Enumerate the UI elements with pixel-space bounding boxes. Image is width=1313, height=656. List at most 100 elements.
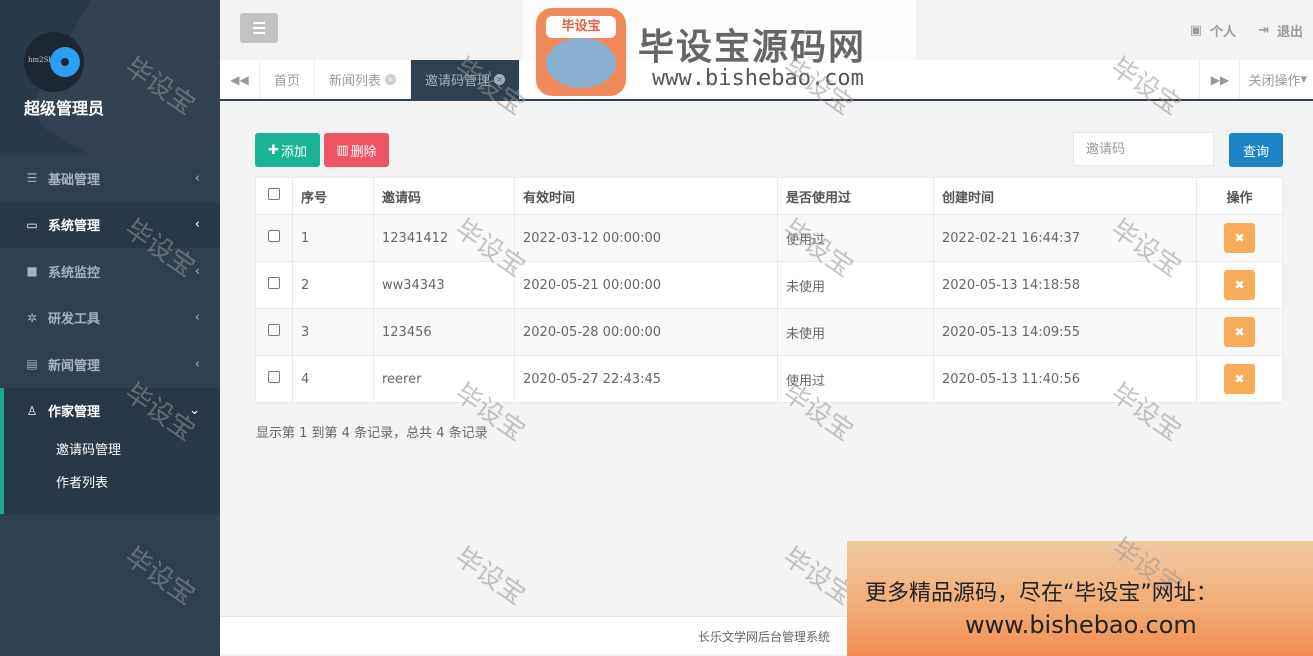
- sign-out-icon: ⇥: [1258, 22, 1269, 38]
- cell-actions: ✖: [1196, 214, 1283, 262]
- close-ops-label: 关闭操作: [1248, 74, 1301, 89]
- profile-header: hm2Sb 超级管理员: [0, 0, 220, 155]
- table-row: 4 reerer 2020-05-27 22:43:45 使用过 2020-05…: [255, 355, 1283, 403]
- tabs-scroll-right-button[interactable]: ▶▶: [1199, 60, 1239, 99]
- select-all-cell: [255, 177, 293, 215]
- row-select-cell: [255, 355, 293, 403]
- header-created-time[interactable]: 创建时间: [933, 177, 1197, 215]
- watermark-logo-tag: 毕设宝: [546, 16, 616, 38]
- sidebar-item-devtools[interactable]: ✲ 研发工具 ‹: [0, 295, 220, 342]
- add-button[interactable]: ✚ 添加: [255, 133, 320, 167]
- writers-submenu: 邀请码管理 作者列表: [0, 434, 220, 514]
- row-delete-button[interactable]: ✖: [1224, 270, 1255, 300]
- sidebar-item-basic[interactable]: ☰ 基础管理 ‹: [0, 155, 220, 202]
- hamburger-line: [253, 32, 265, 34]
- row-checkbox[interactable]: [268, 324, 280, 336]
- personal-label: 个人: [1210, 24, 1237, 40]
- chevron-left-icon: ‹: [194, 263, 200, 279]
- gear-icon: ✲: [26, 310, 38, 325]
- delete-label: 删除: [350, 144, 377, 160]
- times-icon: ✖: [1234, 278, 1245, 292]
- watermark-banner: 毕设宝 毕设宝源码网 www.bishebao.com: [522, 0, 916, 98]
- admin-name[interactable]: 超级管理员: [24, 95, 104, 119]
- row-select-cell: [255, 261, 293, 309]
- header-used[interactable]: 是否使用过: [777, 177, 934, 215]
- row-select-cell: [255, 214, 293, 262]
- watermark-logo-face: [546, 38, 616, 88]
- row-delete-button[interactable]: ✖: [1224, 223, 1255, 253]
- invite-code-table: 序号 邀请码 有效时间 是否使用过 创建时间 操作 1 12341412 202…: [255, 177, 1283, 403]
- header-valid-time[interactable]: 有效时间: [514, 177, 778, 215]
- list-icon: ☰: [26, 171, 38, 186]
- table-row: 3 123456 2020-05-28 00:00:00 未使用 2020-05…: [255, 308, 1283, 356]
- pagination-info: 显示第 1 到第 4 条记录，总共 4 条记录: [256, 426, 488, 441]
- chevron-left-icon: ‹: [194, 310, 200, 326]
- sidebar-item-writers[interactable]: ♙ 作家管理 ⌄: [0, 387, 220, 434]
- cell-code: ww34343: [373, 261, 515, 309]
- close-icon[interactable]: ×: [385, 74, 397, 85]
- cell-valid-time: 2020-05-21 00:00:00: [514, 261, 778, 309]
- row-select-cell: [255, 308, 293, 356]
- cell-created-time: 2022-02-21 16:44:37: [933, 214, 1197, 262]
- cell-no: 3: [292, 308, 374, 356]
- backward-icon: ◀◀: [230, 72, 249, 87]
- sidebar-item-monitor[interactable]: ■ 系统监控 ‹: [0, 248, 220, 295]
- chevron-left-icon: ‹: [194, 170, 200, 186]
- add-label: 添加: [280, 144, 307, 160]
- sidebar-toggle-button[interactable]: [240, 13, 278, 43]
- sidebar-subitem-invite-codes[interactable]: 邀请码管理: [4, 434, 220, 467]
- watermark-logo: 毕设宝: [536, 8, 626, 96]
- sidebar-subitem-authors[interactable]: 作者列表: [4, 467, 220, 500]
- sidebar-item-label: 基础管理: [48, 172, 101, 188]
- sidebar: hm2Sb 超级管理员 ☰ 基础管理 ‹ ▭ 系统管理 ‹ ■ 系统监控 ‹ ✲…: [0, 0, 220, 656]
- chevron-left-icon: ‹: [194, 217, 200, 233]
- close-icon[interactable]: ×: [494, 74, 506, 85]
- cell-code: reerer: [373, 355, 515, 403]
- logout-link[interactable]: ⇥ 退出: [1258, 21, 1303, 40]
- promo-line-1: 更多精品源码，尽在“毕设宝”网址：: [865, 581, 1218, 606]
- table-row: 1 12341412 2022-03-12 00:00:00 使用过 2022-…: [255, 214, 1283, 262]
- query-button[interactable]: 查询: [1229, 133, 1283, 167]
- row-delete-button[interactable]: ✖: [1224, 317, 1255, 347]
- tab-home[interactable]: 首页: [260, 60, 316, 99]
- sidebar-item-news[interactable]: ▤ 新闻管理 ‹: [0, 341, 220, 388]
- cell-actions: ✖: [1196, 308, 1283, 356]
- sidebar-item-label: 作家管理: [48, 405, 101, 421]
- header-no[interactable]: 序号: [292, 177, 374, 215]
- hamburger-line: [253, 27, 265, 29]
- row-checkbox[interactable]: [268, 230, 280, 242]
- tab-news-list[interactable]: 新闻列表 ×: [315, 60, 412, 99]
- cell-actions: ✖: [1196, 355, 1283, 403]
- footer-text: 长乐文学网后台管理系统: [698, 630, 831, 644]
- sidebar-item-system[interactable]: ▭ 系统管理 ‹: [0, 201, 220, 248]
- row-delete-button[interactable]: ✖: [1224, 364, 1255, 394]
- cell-created-time: 2020-05-13 14:18:58: [933, 261, 1197, 309]
- header-code[interactable]: 邀请码: [373, 177, 515, 215]
- invite-code-search-input[interactable]: [1073, 132, 1214, 166]
- promo-line-2: www.bishebao.com: [965, 611, 1197, 639]
- delete-button[interactable]: ▥ 删除: [324, 133, 389, 167]
- cell-used: 使用过: [777, 355, 934, 403]
- row-checkbox[interactable]: [268, 371, 280, 383]
- select-all-checkbox[interactable]: [268, 188, 280, 200]
- plus-icon: ✚: [268, 142, 279, 158]
- trash-icon: ▥: [336, 142, 349, 158]
- caret-down-icon: ▾: [1300, 72, 1307, 87]
- cell-actions: ✖: [1196, 261, 1283, 309]
- chevron-down-icon: ⌄: [189, 403, 200, 419]
- personal-link[interactable]: ▣ 个人: [1190, 21, 1236, 40]
- cell-created-time: 2020-05-13 11:40:56: [933, 355, 1197, 403]
- tab-invite-codes[interactable]: 邀请码管理 ×: [411, 60, 521, 99]
- cell-code: 123456: [373, 308, 515, 356]
- cell-used: 未使用: [777, 261, 934, 309]
- close-operations-dropdown[interactable]: 关闭操作 ▾: [1239, 60, 1313, 99]
- cell-valid-time: 2020-05-28 00:00:00: [514, 308, 778, 356]
- tab-label: 邀请码管理: [425, 74, 491, 89]
- logo-gear-icon: [50, 47, 80, 77]
- sidebar-item-label: 研发工具: [48, 312, 101, 328]
- main-content: ✚ 添加 ▥ 删除 查询 序号 邀请码 有效时间 是否使用过 创建时间 操作 1…: [220, 102, 1313, 616]
- hamburger-line: [253, 22, 265, 24]
- row-checkbox[interactable]: [268, 277, 280, 289]
- avatar[interactable]: hm2Sb: [24, 32, 84, 92]
- tabs-scroll-left-button[interactable]: ◀◀: [220, 60, 260, 99]
